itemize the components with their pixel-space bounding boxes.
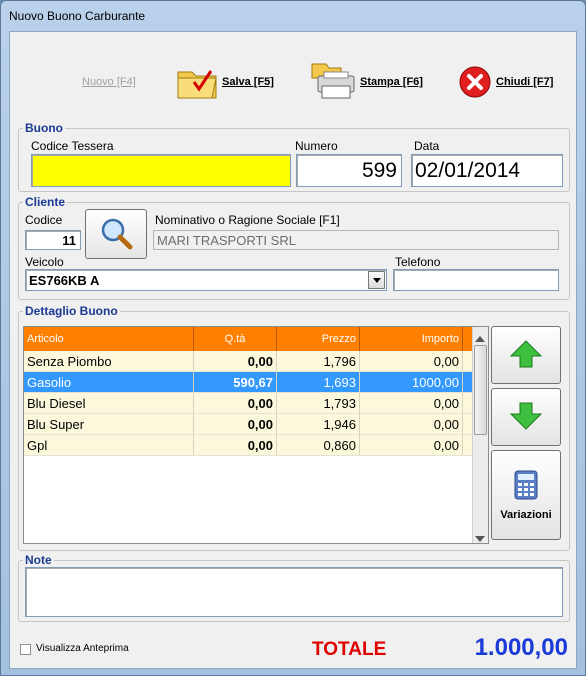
dettaglio-grid: Articolo Q.tà Prezzo Importo Senza Piomb… bbox=[23, 326, 489, 544]
codice-value: 11 bbox=[62, 233, 76, 248]
cell-importo: 0,00 bbox=[360, 393, 463, 413]
window: Nuovo Buono Carburante Nuovo [F4] Salva … bbox=[0, 0, 586, 676]
cell-articolo: Gpl bbox=[24, 435, 194, 455]
nuovo-label: Nuovo [F4] bbox=[82, 76, 136, 88]
data-value: 02/01/2014 bbox=[415, 159, 521, 182]
telefono-input[interactable] bbox=[393, 269, 559, 291]
codice-label: Codice bbox=[25, 213, 63, 227]
move-up-button[interactable] bbox=[491, 326, 561, 384]
client-area: Nuovo [F4] Salva [F5] Stampa [F6] Chiudi… bbox=[9, 31, 577, 669]
numero-label: Numero bbox=[295, 139, 338, 153]
cliente-group: Cliente Codice 11 Nominativo o Ragione S… bbox=[18, 195, 570, 300]
nuovo-button[interactable]: Nuovo [F4] bbox=[82, 62, 136, 102]
nominativo-label: Nominativo o Ragione Sociale [F1] bbox=[155, 213, 340, 227]
variazioni-label: Variazioni bbox=[500, 508, 552, 521]
cell-articolo: Gasolio bbox=[24, 372, 194, 392]
dettaglio-title: Dettaglio Buono bbox=[23, 304, 120, 318]
cell-prezzo: 1,946 bbox=[277, 414, 360, 434]
chevron-down-icon[interactable] bbox=[368, 271, 385, 289]
cell-qta: 0,00 bbox=[194, 414, 277, 434]
cell-importo: 1000,00 bbox=[360, 372, 463, 392]
nominativo-value: MARI TRASPORTI SRL bbox=[157, 233, 296, 248]
cell-articolo: Blu Diesel bbox=[24, 393, 194, 413]
stampa-label: Stampa [F6] bbox=[360, 76, 423, 88]
cell-importo: 0,00 bbox=[360, 435, 463, 455]
close-icon bbox=[458, 65, 496, 99]
note-group: Note bbox=[18, 553, 570, 622]
window-title: Nuovo Buono Carburante bbox=[9, 9, 146, 23]
totale-label: TOTALE bbox=[312, 639, 387, 660]
salva-label: Salva [F5] bbox=[222, 76, 274, 88]
anteprima-label: Visualizza Anteprima bbox=[36, 643, 129, 654]
cell-prezzo: 1,793 bbox=[277, 393, 360, 413]
calculator-icon bbox=[514, 470, 538, 503]
scroll-down-icon[interactable] bbox=[475, 531, 485, 545]
salva-button[interactable]: Salva [F5] bbox=[176, 62, 274, 102]
title-bar: Nuovo Buono Carburante bbox=[1, 1, 585, 29]
cell-articolo: Blu Super bbox=[24, 414, 194, 434]
table-row[interactable]: Blu Super 0,00 1,946 0,00 bbox=[24, 414, 488, 435]
veicolo-label: Veicolo bbox=[25, 255, 64, 269]
cell-articolo: Senza Piombo bbox=[24, 351, 194, 371]
veicolo-value: ES766KB A bbox=[29, 273, 100, 288]
cell-qta: 0,00 bbox=[194, 351, 277, 371]
arrow-up-icon bbox=[509, 339, 543, 372]
data-label: Data bbox=[414, 139, 440, 153]
grid-header: Articolo Q.tà Prezzo Importo bbox=[24, 327, 488, 351]
codice-tessera-label: Codice Tessera bbox=[31, 139, 114, 153]
cell-prezzo: 0,860 bbox=[277, 435, 360, 455]
cell-prezzo: 1,693 bbox=[277, 372, 360, 392]
anteprima-checkbox[interactable] bbox=[20, 644, 31, 655]
codice-input[interactable]: 11 bbox=[25, 230, 81, 250]
veicolo-select[interactable]: ES766KB A bbox=[25, 269, 387, 291]
cell-importo: 0,00 bbox=[360, 414, 463, 434]
grid-scrollbar[interactable] bbox=[472, 327, 488, 543]
cell-qta: 0,00 bbox=[194, 435, 277, 455]
variazioni-button[interactable]: Variazioni bbox=[491, 450, 561, 540]
col-importo[interactable]: Importo bbox=[360, 327, 463, 351]
note-title: Note bbox=[23, 553, 54, 567]
cell-importo: 0,00 bbox=[360, 351, 463, 371]
nominativo-input[interactable]: MARI TRASPORTI SRL bbox=[153, 230, 559, 250]
scroll-up-icon[interactable] bbox=[475, 331, 485, 345]
arrow-down-icon bbox=[509, 401, 543, 434]
table-row[interactable]: Gpl 0,00 0,860 0,00 bbox=[24, 435, 488, 456]
numero-input[interactable]: 599 bbox=[296, 154, 402, 187]
codice-tessera-input[interactable] bbox=[31, 154, 291, 187]
folder-save-icon bbox=[176, 62, 222, 102]
printer-icon bbox=[308, 62, 360, 102]
scroll-thumb[interactable] bbox=[474, 345, 487, 435]
totale-value: 1.000,00 bbox=[474, 634, 568, 661]
numero-value: 599 bbox=[361, 159, 397, 182]
col-qta[interactable]: Q.tà bbox=[194, 327, 277, 351]
toolbar: Nuovo [F4] Salva [F5] Stampa [F6] Chiudi… bbox=[10, 32, 576, 120]
search-icon bbox=[99, 216, 133, 253]
table-row[interactable]: Senza Piombo 0,00 1,796 0,00 bbox=[24, 351, 488, 372]
search-button[interactable] bbox=[85, 209, 147, 259]
telefono-label: Telefono bbox=[395, 255, 441, 269]
data-input[interactable]: 02/01/2014 bbox=[411, 154, 563, 187]
chiudi-button[interactable]: Chiudi [F7] bbox=[458, 62, 553, 102]
stampa-button[interactable]: Stampa [F6] bbox=[308, 62, 423, 102]
cell-qta: 0,00 bbox=[194, 393, 277, 413]
col-articolo[interactable]: Articolo bbox=[24, 327, 194, 351]
dettaglio-group: Dettaglio Buono Articolo Q.tà Prezzo Imp… bbox=[18, 304, 570, 551]
cell-qta: 590,67 bbox=[194, 372, 277, 392]
cell-prezzo: 1,796 bbox=[277, 351, 360, 371]
buono-group: Buono Codice Tessera Numero 599 Data 02/… bbox=[18, 121, 570, 192]
col-prezzo[interactable]: Prezzo bbox=[277, 327, 360, 351]
table-row[interactable]: Blu Diesel 0,00 1,793 0,00 bbox=[24, 393, 488, 414]
chiudi-label: Chiudi [F7] bbox=[496, 76, 554, 88]
note-textarea[interactable] bbox=[25, 567, 563, 617]
move-down-button[interactable] bbox=[491, 388, 561, 446]
cliente-title: Cliente bbox=[23, 195, 68, 209]
buono-title: Buono bbox=[23, 121, 65, 135]
table-row-selected[interactable]: Gasolio 590,67 1,693 1000,00 bbox=[24, 372, 488, 393]
